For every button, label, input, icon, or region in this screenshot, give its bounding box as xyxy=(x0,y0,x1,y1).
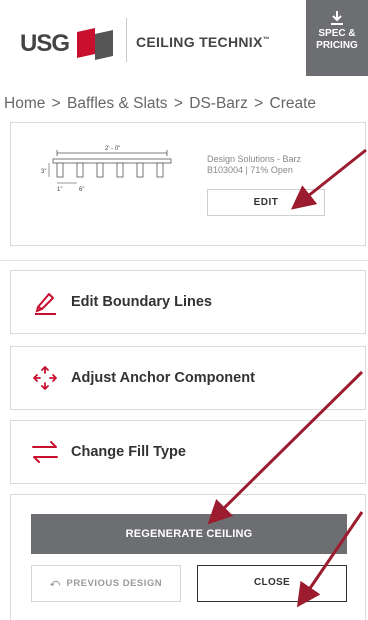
breadcrumb-separator: > xyxy=(254,95,264,112)
adjust-anchor-component-button[interactable]: Adjust Anchor Component xyxy=(10,346,366,410)
logo-text: USG xyxy=(20,30,70,57)
breadcrumb: Home > Baffles & Slats > DS-Barz > Creat… xyxy=(4,95,318,113)
breadcrumb-create: Create xyxy=(269,95,317,112)
move-arrows-icon xyxy=(31,364,59,392)
breadcrumb-home[interactable]: Home xyxy=(4,95,45,112)
undo-icon: ⤺ xyxy=(49,578,61,589)
pencil-icon xyxy=(31,288,59,316)
product-diagram: 2' - 0" 3" 1" 6" xyxy=(41,146,172,193)
swap-arrows-icon xyxy=(31,438,59,466)
edit-product-button[interactable]: EDIT xyxy=(207,189,325,216)
usg-logo[interactable]: USG xyxy=(20,24,115,64)
brand-divider xyxy=(126,18,127,62)
breadcrumb-separator: > xyxy=(173,95,183,112)
spec-pricing-line2: PRICING xyxy=(316,40,358,51)
usg-logo-mark-icon xyxy=(77,28,114,60)
product-card: 2' - 0" 3" 1" 6" Design Solutions - Barz… xyxy=(10,122,366,246)
regenerate-ceiling-button[interactable]: REGENERATE CEILING xyxy=(31,514,347,554)
tool-label: Adjust Anchor Component xyxy=(71,370,255,386)
spec-pricing-line1: SPEC & xyxy=(318,28,356,39)
previous-design-button[interactable]: ⤺ PREVIOUS DESIGN xyxy=(31,565,181,602)
product-code: B103004 | 71% Open xyxy=(207,165,293,175)
tool-label: Edit Boundary Lines xyxy=(71,294,212,310)
close-button[interactable]: CLOSE xyxy=(197,565,347,602)
breadcrumb-ds-barz[interactable]: DS-Barz xyxy=(189,95,248,112)
breadcrumb-separator: > xyxy=(51,95,61,112)
diagram-label-gap: 1" xyxy=(57,187,62,193)
app-header: USG CEILING TECHNIX™ SPEC & PRICING xyxy=(0,0,368,80)
change-fill-type-button[interactable]: Change Fill Type xyxy=(10,420,366,484)
diagram-label-height: 3" xyxy=(41,169,46,175)
section-divider xyxy=(0,260,368,261)
spec-pricing-button[interactable]: SPEC & PRICING xyxy=(306,0,368,76)
tool-label: Change Fill Type xyxy=(71,444,186,460)
diagram-label-width: 2' - 0" xyxy=(105,146,120,152)
previous-design-label: PREVIOUS DESIGN xyxy=(66,578,163,589)
brand-name: CEILING TECHNIX™ xyxy=(136,34,270,50)
product-name: Design Solutions - Barz xyxy=(207,154,302,164)
diagram-label-spacing: 6" xyxy=(79,187,84,193)
trademark: ™ xyxy=(262,36,270,44)
action-panel: REGENERATE CEILING ⤺ PREVIOUS DESIGN CLOS… xyxy=(10,494,366,620)
download-icon xyxy=(331,11,343,25)
edit-boundary-lines-button[interactable]: Edit Boundary Lines xyxy=(10,270,366,334)
brand-name-text: CEILING TECHNIX xyxy=(136,34,263,50)
product-info: Design Solutions - Barz B103004 | 71% Op… xyxy=(207,154,301,176)
breadcrumb-baffles-slats[interactable]: Baffles & Slats xyxy=(67,95,168,112)
